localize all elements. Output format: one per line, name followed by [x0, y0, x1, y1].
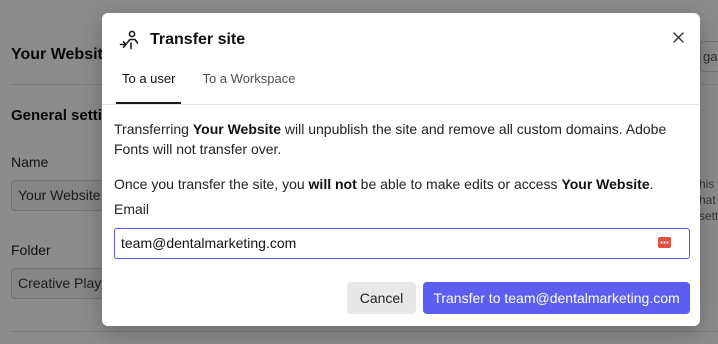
- email-input[interactable]: team@dentalmarketing.com: [114, 228, 690, 259]
- password-manager-icon[interactable]: [657, 235, 672, 250]
- tabs-divider: [102, 104, 700, 105]
- warning-text: be able to make edits or access: [356, 176, 562, 192]
- transfer-button[interactable]: Transfer to team@dentalmarketing.com: [423, 282, 690, 314]
- warning-text: Once you transfer the site, you: [114, 176, 309, 192]
- close-icon: [672, 31, 684, 43]
- tab-bar: To a user To a Workspace: [116, 71, 700, 105]
- dialog-title: Transfer site: [150, 31, 246, 48]
- site-name: Your Website: [192, 121, 282, 137]
- cancel-button[interactable]: Cancel: [347, 282, 416, 314]
- tab-to-a-user[interactable]: To a user: [116, 71, 182, 105]
- transfer-site-dialog: Transfer site To a user To a Workspace T…: [102, 13, 700, 326]
- dialog-header: Transfer site: [118, 29, 245, 51]
- close-button[interactable]: [668, 27, 688, 47]
- site-name: Your Website: [561, 176, 650, 192]
- emphasis-text: will not: [308, 176, 357, 192]
- access-warning-text: Once you transfer the site, you will not…: [114, 174, 686, 194]
- warning-text: Transferring: [114, 121, 193, 137]
- transfer-user-icon: [118, 29, 140, 51]
- transfer-warning-text: Transferring Your Website will unpublish…: [114, 119, 686, 159]
- tab-to-a-workspace[interactable]: To a Workspace: [196, 71, 301, 105]
- email-label: Email: [114, 201, 150, 217]
- warning-text: .: [649, 176, 654, 192]
